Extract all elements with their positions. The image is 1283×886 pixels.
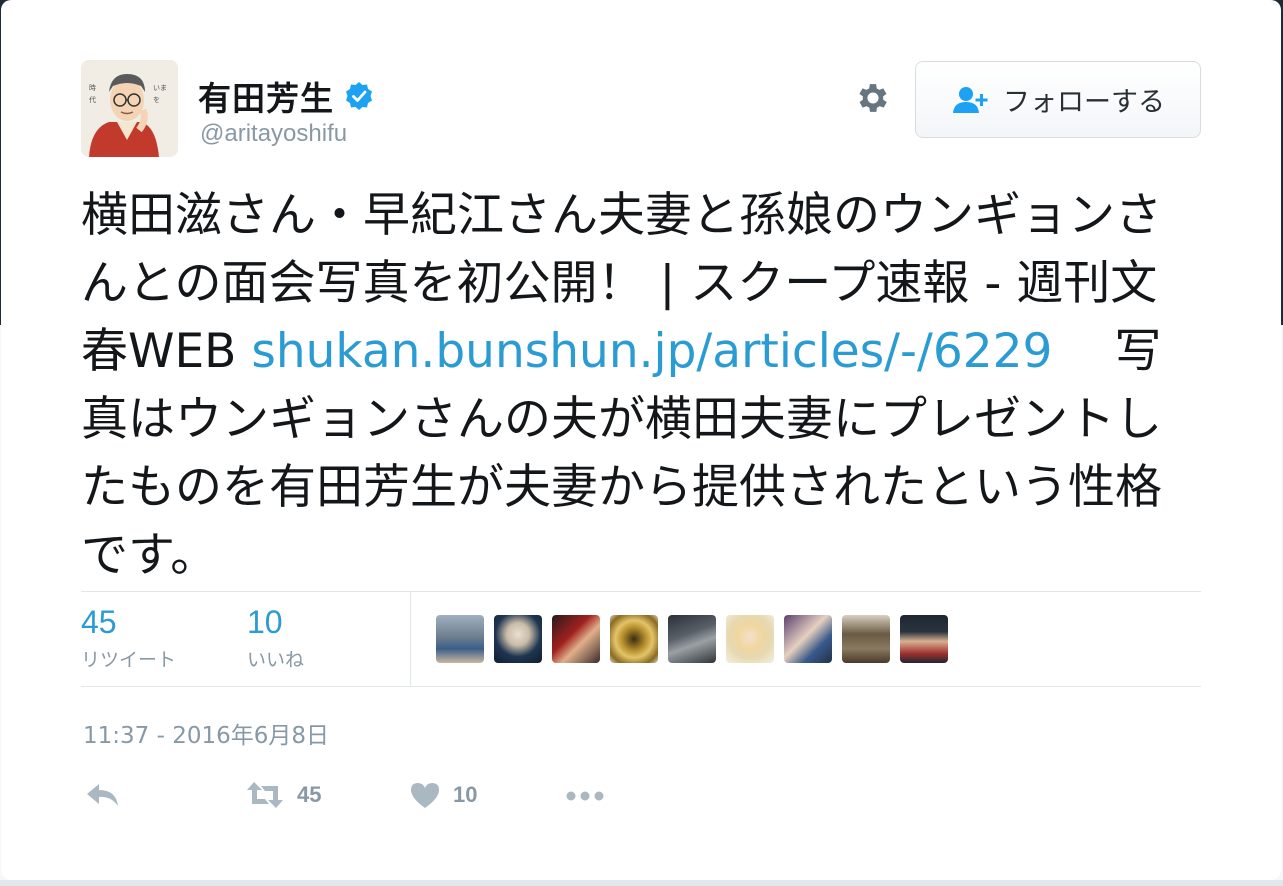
display-name[interactable]: 有田芳生 — [198, 72, 334, 120]
stats-divider — [410, 592, 411, 686]
retweet-label: リツイート — [81, 649, 177, 671]
like-label: いいね — [247, 649, 305, 671]
name-row: 有田芳生 — [198, 72, 374, 120]
more-dots-icon — [566, 791, 604, 801]
liker-avatar[interactable] — [436, 615, 484, 663]
liker-avatar[interactable] — [494, 615, 542, 663]
tweet-card: いま を 時 代 有田芳生 @aritayoshifu フォローする 横田滋さん… — [1, 0, 1281, 880]
like-button[interactable]: 10 — [409, 780, 477, 810]
bottom-edge — [0, 880, 1283, 886]
retweet-count: 45 — [81, 604, 117, 640]
tweet-text: 横田滋さん・早紀江さん夫妻と孫娘のウンギョンさんとの面会写真を初公開！ | スク… — [81, 182, 1201, 590]
follow-label: フォローする — [1003, 87, 1165, 118]
svg-text:時: 時 — [89, 84, 96, 92]
retweet-action-count: 45 — [297, 782, 322, 807]
like-stat[interactable]: 10 いいね — [247, 604, 304, 672]
liker-avatar[interactable] — [842, 615, 890, 663]
tweet-timestamp[interactable]: 11:37 - 2016年6月8日 — [83, 716, 329, 750]
liker-avatar[interactable] — [900, 615, 948, 663]
likers-avatars — [436, 615, 948, 663]
follow-button[interactable]: フォローする — [915, 61, 1201, 138]
liker-avatar[interactable] — [610, 615, 658, 663]
heart-icon — [411, 783, 439, 808]
gear-icon[interactable] — [853, 78, 893, 118]
like-count: 10 — [247, 604, 283, 640]
reply-icon — [87, 784, 118, 806]
liker-avatar[interactable] — [726, 615, 774, 663]
svg-text:いま: いま — [153, 84, 167, 92]
tweet-stats: 45 リツイート 10 いいね — [81, 591, 1201, 687]
verified-badge-icon — [346, 82, 372, 110]
reply-button[interactable] — [85, 780, 121, 810]
tweet-link[interactable]: shukan.bunshun.jp/articles/-/6229 — [251, 324, 1052, 379]
retweet-icon — [247, 782, 283, 808]
svg-text:を: を — [153, 96, 160, 104]
avatar[interactable]: いま を 時 代 — [81, 60, 178, 157]
liker-avatar[interactable] — [668, 615, 716, 663]
add-user-icon — [953, 86, 988, 113]
svg-text:代: 代 — [89, 95, 96, 104]
liker-avatar[interactable] — [784, 615, 832, 663]
retweet-stat[interactable]: 45 リツイート — [81, 604, 176, 672]
retweet-button[interactable]: 45 — [245, 780, 321, 810]
like-action-count: 10 — [453, 782, 478, 807]
liker-avatar[interactable] — [552, 615, 600, 663]
tweet-actions: 45 10 — [81, 776, 681, 816]
more-button[interactable] — [565, 790, 605, 802]
user-handle[interactable]: @aritayoshifu — [200, 120, 347, 148]
